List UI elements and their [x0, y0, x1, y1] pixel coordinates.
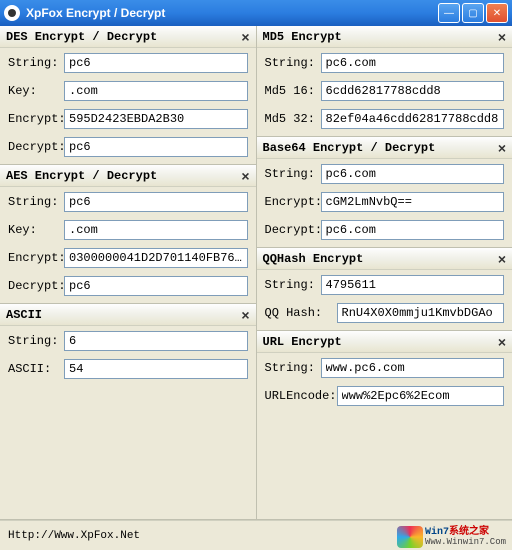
qqhash-panel-header: QQHash Encrypt × — [257, 248, 512, 270]
des-string-label: String: — [8, 56, 64, 70]
ascii-panel: ASCII × String: ASCII: — [0, 304, 256, 520]
base64-decrypt-input[interactable] — [321, 220, 505, 240]
ascii-value-label: ASCII: — [8, 362, 64, 376]
content-area: DES Encrypt / Decrypt × String: Key: Enc… — [0, 26, 512, 520]
aes-panel-header: AES Encrypt / Decrypt × — [0, 165, 256, 187]
aes-string-label: String: — [8, 195, 64, 209]
app-icon — [4, 5, 20, 21]
qqhash-hash-label: QQ Hash: — [265, 306, 337, 320]
base64-panel: Base64 Encrypt / Decrypt × String: Encry… — [257, 137, 512, 248]
aes-encrypt-input[interactable] — [64, 248, 248, 268]
aes-key-input[interactable] — [64, 220, 248, 240]
aes-panel-title: AES Encrypt / Decrypt — [6, 169, 241, 183]
watermark-site: Www.Winwin7.Com — [425, 538, 506, 548]
md5-16-label: Md5 16: — [265, 84, 321, 98]
base64-panel-close-icon[interactable]: × — [498, 140, 506, 156]
md5-panel-close-icon[interactable]: × — [498, 29, 506, 45]
base64-encrypt-input[interactable] — [321, 192, 505, 212]
url-panel: URL Encrypt × String: URLEncode: — [257, 331, 512, 520]
url-encode-input[interactable] — [337, 386, 505, 406]
close-button[interactable]: ✕ — [486, 3, 508, 23]
url-string-input[interactable] — [321, 358, 505, 378]
windows-logo-icon — [397, 526, 423, 548]
base64-decrypt-label: Decrypt: — [265, 223, 321, 237]
url-panel-header: URL Encrypt × — [257, 331, 512, 353]
des-panel-close-icon[interactable]: × — [241, 29, 249, 45]
des-panel-header: DES Encrypt / Decrypt × — [0, 26, 256, 48]
base64-panel-header: Base64 Encrypt / Decrypt × — [257, 137, 512, 159]
url-encode-label: URLEncode: — [265, 389, 337, 403]
ascii-string-input[interactable] — [64, 331, 248, 351]
des-key-label: Key: — [8, 84, 64, 98]
ascii-value-input[interactable] — [64, 359, 248, 379]
statusbar: Http://Www.XpFox.Net Win7系统之家 Www.Winwin… — [0, 520, 512, 550]
qqhash-string-input[interactable] — [321, 275, 505, 295]
aes-key-label: Key: — [8, 223, 64, 237]
aes-encrypt-label: Encrypt: — [8, 251, 64, 265]
base64-encrypt-label: Encrypt: — [265, 195, 321, 209]
url-panel-title: URL Encrypt — [263, 335, 498, 349]
status-url: Http://Www.XpFox.Net — [8, 530, 140, 542]
md5-32-input[interactable] — [321, 109, 505, 129]
des-decrypt-label: Decrypt: — [8, 140, 64, 154]
watermark: Win7系统之家 Www.Winwin7.Com — [397, 526, 506, 548]
md5-panel: MD5 Encrypt × String: Md5 16: Md5 32: — [257, 26, 512, 137]
ascii-panel-title: ASCII — [6, 308, 241, 322]
minimize-button[interactable]: — — [438, 3, 460, 23]
des-panel: DES Encrypt / Decrypt × String: Key: Enc… — [0, 26, 256, 165]
base64-string-label: String: — [265, 167, 321, 181]
aes-panel-close-icon[interactable]: × — [241, 168, 249, 184]
qqhash-panel-close-icon[interactable]: × — [498, 251, 506, 267]
url-string-label: String: — [265, 361, 321, 375]
window-buttons: — ▢ ✕ — [438, 3, 508, 23]
qqhash-string-label: String: — [265, 278, 321, 292]
left-column: DES Encrypt / Decrypt × String: Key: Enc… — [0, 26, 257, 520]
base64-panel-title: Base64 Encrypt / Decrypt — [263, 141, 498, 155]
qqhash-panel-title: QQHash Encrypt — [263, 252, 498, 266]
aes-panel: AES Encrypt / Decrypt × String: Key: Enc… — [0, 165, 256, 304]
aes-decrypt-label: Decrypt: — [8, 279, 64, 293]
aes-decrypt-input[interactable] — [64, 276, 248, 296]
md5-string-label: String: — [265, 56, 321, 70]
qqhash-hash-input[interactable] — [337, 303, 505, 323]
ascii-panel-header: ASCII × — [0, 304, 256, 326]
aes-string-input[interactable] — [64, 192, 248, 212]
des-encrypt-label: Encrypt: — [8, 112, 64, 126]
ascii-panel-close-icon[interactable]: × — [241, 307, 249, 323]
maximize-button[interactable]: ▢ — [462, 3, 484, 23]
qqhash-panel: QQHash Encrypt × String: QQ Hash: — [257, 248, 512, 331]
window-title: XpFox Encrypt / Decrypt — [26, 6, 438, 20]
des-panel-title: DES Encrypt / Decrypt — [6, 30, 241, 44]
des-encrypt-input[interactable] — [64, 109, 248, 129]
des-decrypt-input[interactable] — [64, 137, 248, 157]
right-column: MD5 Encrypt × String: Md5 16: Md5 32: Ba… — [257, 26, 512, 520]
md5-16-input[interactable] — [321, 81, 505, 101]
base64-string-input[interactable] — [321, 164, 505, 184]
des-key-input[interactable] — [64, 81, 248, 101]
titlebar: XpFox Encrypt / Decrypt — ▢ ✕ — [0, 0, 512, 26]
md5-32-label: Md5 32: — [265, 112, 321, 126]
md5-panel-title: MD5 Encrypt — [263, 30, 498, 44]
md5-string-input[interactable] — [321, 53, 505, 73]
ascii-string-label: String: — [8, 334, 64, 348]
url-panel-close-icon[interactable]: × — [498, 334, 506, 350]
des-string-input[interactable] — [64, 53, 248, 73]
md5-panel-header: MD5 Encrypt × — [257, 26, 512, 48]
